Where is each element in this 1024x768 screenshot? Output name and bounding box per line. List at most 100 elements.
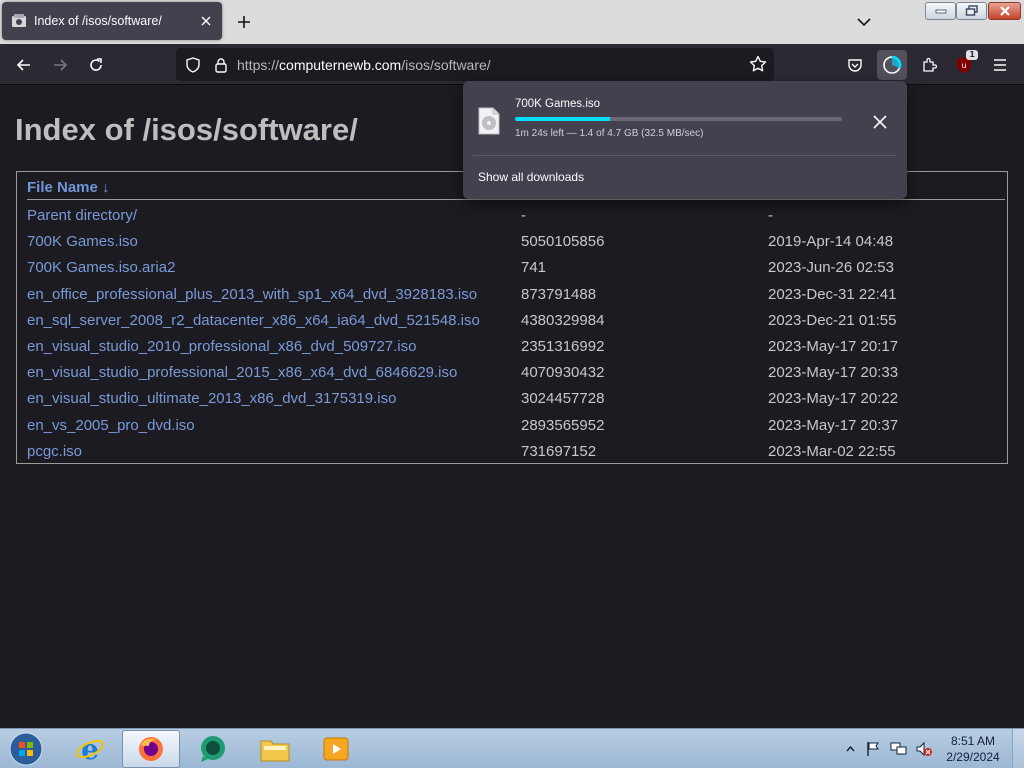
pocket-icon[interactable] xyxy=(842,52,868,78)
iso-file-icon xyxy=(477,107,501,135)
bookmark-star-icon[interactable] xyxy=(748,54,768,74)
volume-muted-icon[interactable] xyxy=(914,729,934,768)
cancel-download-icon[interactable] xyxy=(867,109,893,135)
internet-explorer-taskbar-button[interactable]: e xyxy=(61,730,119,768)
file-size: 2351316992 xyxy=(521,338,605,355)
file-size: 3024457728 xyxy=(521,390,605,408)
table-row: en_visual_studio_professional_2015_x86_x… xyxy=(27,362,1005,386)
file-size: - xyxy=(521,207,526,224)
table-row: en_office_professional_plus_2013_with_sp… xyxy=(27,284,1005,308)
url-text[interactable]: https://computernewb.com/isos/software/ xyxy=(237,57,491,73)
ublock-origin-icon[interactable]: u 1 xyxy=(951,50,978,78)
file-size: 4380329984 xyxy=(521,311,605,329)
file-link[interactable]: en_vs_2005_pro_dvd.iso xyxy=(27,417,195,434)
download-progress-bar xyxy=(515,117,842,121)
svg-text:u: u xyxy=(961,61,966,70)
address-bar[interactable]: https://computernewb.com/isos/software/ xyxy=(176,48,774,81)
file-date: 2023-May-17 20:17 xyxy=(768,338,899,355)
extensions-puzzle-icon[interactable] xyxy=(916,52,942,78)
action-center-flag-icon[interactable] xyxy=(864,729,882,768)
download-status: 1m 24s left — 1.4 of 4.7 GB (32.5 MB/sec… xyxy=(515,128,704,139)
file-size: 4070930432 xyxy=(521,364,605,382)
folder-icon xyxy=(260,736,290,762)
table-row: pcgc.iso 731697152 2023-Mar-02 22:55 xyxy=(27,441,1005,465)
panel-divider xyxy=(473,155,897,156)
download-file-name[interactable]: 700K Games.iso xyxy=(515,98,600,110)
svg-text:e: e xyxy=(81,734,99,764)
taskbar: e 8:51 AM 2/29/2024 xyxy=(0,728,1024,768)
forward-arrow-icon[interactable] xyxy=(47,52,73,78)
clock-date: 2/29/2024 xyxy=(946,750,1000,764)
navigation-toolbar: https://computernewb.com/isos/software/ … xyxy=(0,44,1024,85)
lock-icon[interactable] xyxy=(211,55,231,75)
tracking-protection-shield-icon[interactable] xyxy=(183,55,203,75)
tab-title: Index of /isos/software/ xyxy=(34,14,162,28)
file-date: 2019-Apr-14 04:48 xyxy=(768,233,894,251)
download-progress-fill xyxy=(515,117,610,121)
window-minimize-button[interactable] xyxy=(925,2,956,20)
folder-icon xyxy=(11,13,27,29)
firefox-taskbar-button[interactable] xyxy=(122,730,180,768)
file-link[interactable]: 700K Games.iso.aria2 xyxy=(27,259,175,276)
back-arrow-icon[interactable] xyxy=(11,52,37,78)
table-row: en_sql_server_2008_r2_datacenter_x86_x64… xyxy=(27,310,1005,334)
file-size: 2893565952 xyxy=(521,416,605,434)
show-all-downloads-button[interactable]: Show all downloads xyxy=(478,170,584,184)
menu-hamburger-icon[interactable] xyxy=(987,52,1013,78)
chat-bubble-icon xyxy=(198,734,228,764)
file-size: 741 xyxy=(521,259,547,277)
file-link[interactable]: en_visual_studio_ultimate_2013_x86_dvd_3… xyxy=(27,390,396,407)
file-link[interactable]: en_sql_server_2008_r2_datacenter_x86_x64… xyxy=(27,312,480,329)
file-link[interactable]: en_office_professional_plus_2013_with_sp… xyxy=(27,286,477,303)
file-date: - xyxy=(768,207,773,224)
file-listing-table: File Name ↓ Parent directory/ - - 700K Game… xyxy=(16,171,1008,464)
start-button[interactable] xyxy=(6,730,46,768)
list-all-tabs-chevron-icon[interactable] xyxy=(854,12,874,32)
media-player-taskbar-button[interactable] xyxy=(307,730,365,768)
file-link[interactable]: Parent directory/ xyxy=(27,207,137,224)
show-hidden-icons-chevron-icon[interactable] xyxy=(843,729,857,768)
tab-strip: Index of /isos/software/ xyxy=(0,0,1024,44)
internet-explorer-icon: e xyxy=(75,734,105,764)
table-row: Parent directory/ - - xyxy=(27,205,1005,229)
table-row: en_vs_2005_pro_dvd.iso 2893565952 2023-May… xyxy=(27,415,1005,439)
downloads-panel: 700K Games.iso 1m 24s left — 1.4 of 4.7 … xyxy=(463,81,907,199)
window-close-button[interactable] xyxy=(988,2,1021,20)
file-date: 2023-Dec-31 22:41 xyxy=(768,285,897,303)
file-link[interactable]: pcgc.iso xyxy=(27,443,82,460)
extension-badge: 1 xyxy=(966,50,978,60)
file-explorer-taskbar-button[interactable] xyxy=(246,730,304,768)
download-progress-icon xyxy=(882,55,902,75)
windows-orb-icon xyxy=(9,732,43,766)
file-size: 731697152 xyxy=(521,442,597,460)
file-date: 2023-Jun-26 02:53 xyxy=(768,259,894,277)
file-size: 873791488 xyxy=(521,285,597,303)
media-player-icon xyxy=(322,736,350,762)
tab-active[interactable]: Index of /isos/software/ xyxy=(2,2,222,40)
tab-close-icon[interactable] xyxy=(196,11,216,31)
table-row: 700K Games.iso.aria2 741 2023-Jun-26 02:53 xyxy=(27,257,1005,281)
table-row: en_visual_studio_2010_professional_x86_d… xyxy=(27,336,1005,360)
sort-arrow-icon: ↓ xyxy=(102,179,110,196)
table-row: en_visual_studio_ultimate_2013_x86_dvd_3… xyxy=(27,388,1005,412)
file-date: 2023-May-17 20:33 xyxy=(768,364,899,382)
clock-time: 8:51 AM xyxy=(950,734,996,748)
system-clock[interactable]: 8:51 AM 2/29/2024 xyxy=(940,733,1006,765)
file-link[interactable]: en_visual_studio_professional_2015_x86_x… xyxy=(27,364,457,381)
file-date: 2023-Mar-02 22:55 xyxy=(768,442,896,460)
page-title: Index of /isos/software/ xyxy=(15,112,358,147)
table-row: 700K Games.iso 5050105856 2019-Apr-14 04:4… xyxy=(27,231,1005,255)
sort-by-file-name-link[interactable]: File Name ↓ xyxy=(27,179,110,196)
file-link[interactable]: 700K Games.iso xyxy=(27,233,138,250)
file-date: 2023-Dec-21 01:55 xyxy=(768,311,897,329)
show-desktop-button[interactable] xyxy=(1012,729,1024,768)
reload-icon[interactable] xyxy=(83,52,109,78)
window-restore-button[interactable] xyxy=(956,2,987,20)
chat-app-taskbar-button[interactable] xyxy=(184,730,242,768)
file-size: 5050105856 xyxy=(521,233,605,251)
firefox-icon xyxy=(137,735,165,763)
new-tab-icon[interactable] xyxy=(234,12,254,32)
downloads-button[interactable] xyxy=(877,50,907,80)
network-icon[interactable] xyxy=(889,729,909,768)
file-link[interactable]: en_visual_studio_2010_professional_x86_d… xyxy=(27,338,416,355)
